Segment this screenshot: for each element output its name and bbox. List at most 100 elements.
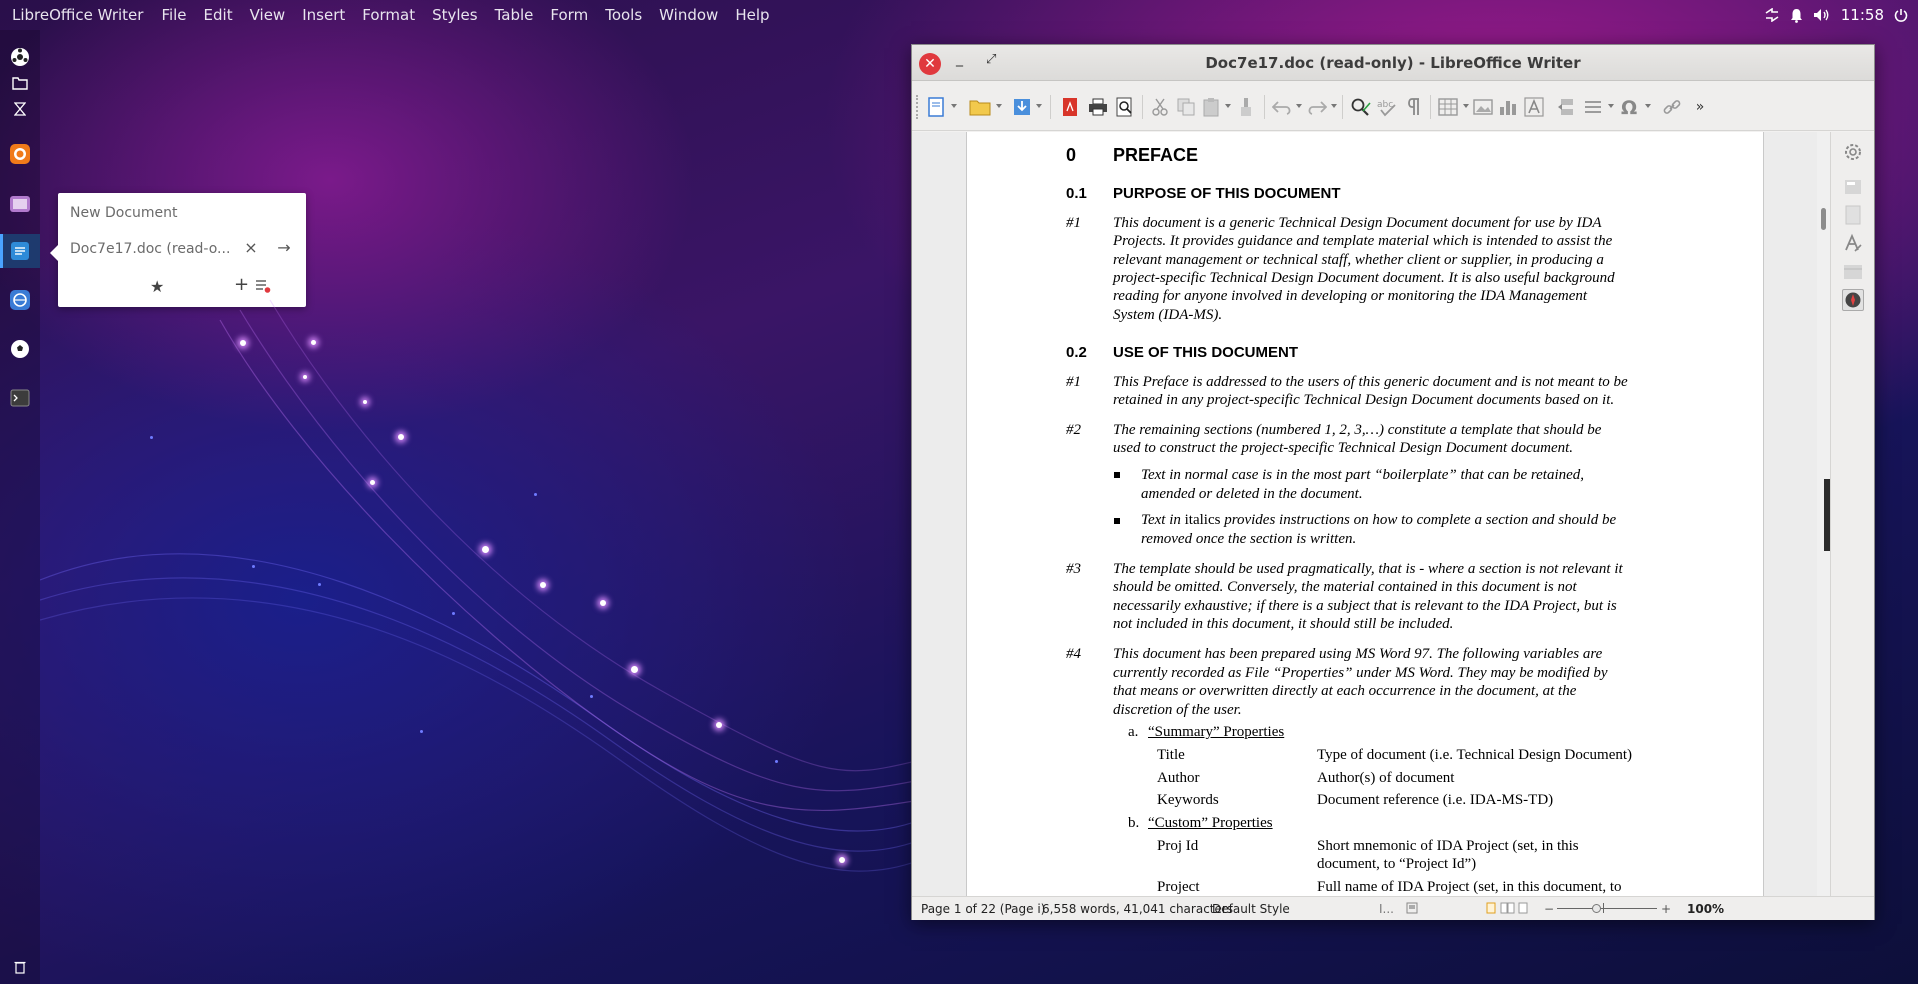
sidebar-navigator-icon[interactable] (1842, 289, 1864, 311)
clock[interactable]: 11:58 (1841, 6, 1884, 24)
special-char-dropdown-chevron-icon[interactable] (1645, 104, 1651, 108)
toolbar-overflow-icon[interactable]: » (1688, 95, 1712, 119)
undo-dropdown-chevron-icon[interactable] (1296, 104, 1302, 108)
selection-mode-icon[interactable]: I... (1379, 902, 1394, 916)
menu-edit[interactable]: Edit (204, 6, 233, 24)
table-dropdown-chevron-icon[interactable] (1463, 104, 1469, 108)
menu-form[interactable]: Form (550, 6, 588, 24)
clone-formatting-icon[interactable] (1234, 95, 1258, 119)
svg-text:Ω: Ω (1621, 97, 1637, 117)
toolbar-grip[interactable] (916, 95, 918, 119)
paragraph-line: necessarily exhaustive; if there is a su… (1113, 598, 1617, 614)
sidebar-collapse-handle[interactable] (1824, 479, 1830, 551)
open-dropdown-chevron-icon[interactable] (996, 104, 1002, 108)
bullet-line: Text in italics provides instructions on… (1141, 512, 1616, 529)
open-folder-icon[interactable] (968, 95, 992, 119)
dock-firefox-icon[interactable] (0, 137, 40, 171)
new-dropdown-chevron-icon[interactable] (951, 104, 957, 108)
sidebar-styles-icon[interactable] (1842, 232, 1864, 254)
property-value: Short mnemonic of IDA Project (set, in t… (1317, 838, 1579, 854)
page-count[interactable]: Page 1 of 22 (Page i) (921, 902, 1045, 916)
word-count[interactable]: 6,558 words, 41,041 characters (1042, 902, 1233, 916)
system-tray: 11:58 (1764, 0, 1908, 30)
document-modified-icon[interactable] (1406, 902, 1418, 917)
property-name: Author (1157, 770, 1200, 786)
insert-image-icon[interactable] (1471, 95, 1495, 119)
power-icon[interactable] (1894, 8, 1908, 22)
export-pdf-icon[interactable] (1058, 95, 1082, 119)
new-document-icon[interactable] (924, 95, 948, 119)
single-page-view-icon[interactable] (1486, 902, 1530, 917)
undo-icon[interactable] (1270, 95, 1294, 119)
insert-chart-icon[interactable] (1496, 95, 1520, 119)
heading-purpose: PURPOSE OF THIS DOCUMENT (1113, 185, 1341, 202)
insert-page-break-icon[interactable] (1555, 95, 1579, 119)
paste-icon[interactable] (1199, 95, 1223, 119)
redo-dropdown-chevron-icon[interactable] (1331, 104, 1337, 108)
app-name: LibreOffice Writer (12, 6, 144, 24)
network-icon[interactable] (1764, 8, 1780, 22)
dock-trash-icon[interactable] (0, 950, 40, 984)
bullet-marker (1114, 518, 1120, 524)
menu-view[interactable]: View (250, 6, 286, 24)
paragraph-line: used to construct the project-specific T… (1113, 440, 1574, 456)
sidebar-properties-icon[interactable] (1842, 176, 1864, 198)
print-icon[interactable] (1086, 95, 1110, 119)
insert-field-icon[interactable] (1581, 95, 1605, 119)
sidebar-gallery-icon[interactable] (1842, 261, 1864, 283)
dock-browser-icon[interactable] (0, 283, 40, 317)
dock-soccer-icon[interactable] (0, 332, 40, 366)
zoom-out-icon[interactable]: − (1544, 902, 1554, 916)
notification-bell-icon[interactable] (1790, 8, 1803, 23)
dock-files-icon[interactable] (0, 186, 40, 220)
bullet-normal-word: italics (1184, 512, 1221, 528)
paragraph-number: #2 (1066, 422, 1081, 438)
copy-icon[interactable] (1174, 95, 1198, 119)
save-icon[interactable] (1010, 95, 1034, 119)
summary-properties-label: “Summary” Properties (1148, 724, 1285, 740)
zoom-slider-center-mark (1603, 903, 1604, 913)
special-character-icon[interactable]: Ω (1618, 95, 1642, 119)
heading-number: 0.1 (1066, 185, 1087, 202)
redo-icon[interactable] (1305, 95, 1329, 119)
find-replace-icon[interactable] (1349, 95, 1373, 119)
save-dropdown-chevron-icon[interactable] (1036, 104, 1042, 108)
menu-insert[interactable]: Insert (302, 6, 345, 24)
page-style[interactable]: Default Style (1212, 902, 1290, 916)
paragraph-number: #1 (1066, 215, 1081, 231)
property-value: Document reference (i.e. IDA-MS-TD) (1317, 792, 1554, 808)
dock-terminal-icon[interactable] (0, 381, 40, 415)
heading-number: 0.2 (1066, 344, 1087, 361)
cut-icon[interactable] (1148, 95, 1172, 119)
spelling-icon[interactable]: abc (1376, 95, 1400, 119)
menu-help[interactable]: Help (735, 6, 769, 24)
insert-table-icon[interactable] (1436, 95, 1460, 119)
menu-tools[interactable]: Tools (605, 6, 642, 24)
formatting-marks-icon[interactable] (1402, 95, 1426, 119)
dock-hourglass-icon[interactable] (0, 92, 40, 126)
menu-table[interactable]: Table (495, 6, 534, 24)
zoom-in-icon[interactable]: + (1661, 902, 1671, 916)
menu-styles[interactable]: Styles (432, 6, 478, 24)
volume-icon[interactable] (1813, 8, 1831, 22)
wallpaper-curves (40, 299, 920, 872)
window-titlebar[interactable]: ✕ _ ⤢ Doc7e17.doc (read-only) - LibreOff… (912, 45, 1874, 81)
zoom-level[interactable]: 100% (1687, 902, 1724, 916)
insert-textbox-icon[interactable] (1522, 95, 1546, 119)
sidebar-page-icon[interactable] (1842, 204, 1864, 226)
paragraph-line: discretion of the user. (1113, 702, 1242, 718)
menu-file[interactable]: File (161, 6, 186, 24)
paste-dropdown-chevron-icon[interactable] (1225, 104, 1231, 108)
zoom-slider-thumb[interactable] (1592, 904, 1601, 913)
print-preview-icon[interactable] (1113, 95, 1137, 119)
sidebar-settings-icon[interactable] (1842, 141, 1864, 163)
zoom-slider-track[interactable] (1557, 908, 1657, 909)
field-dropdown-chevron-icon[interactable] (1608, 104, 1614, 108)
dock-writer-icon[interactable] (0, 234, 40, 268)
insert-hyperlink-icon[interactable] (1660, 95, 1684, 119)
menu-format[interactable]: Format (362, 6, 415, 24)
paragraph-line: The remaining sections (numbered 1, 2, 3… (1113, 422, 1602, 438)
scrollbar-thumb[interactable] (1821, 208, 1826, 230)
menu-window[interactable]: Window (659, 6, 718, 24)
paragraph-line: reading for anyone involved in developin… (1113, 288, 1588, 304)
